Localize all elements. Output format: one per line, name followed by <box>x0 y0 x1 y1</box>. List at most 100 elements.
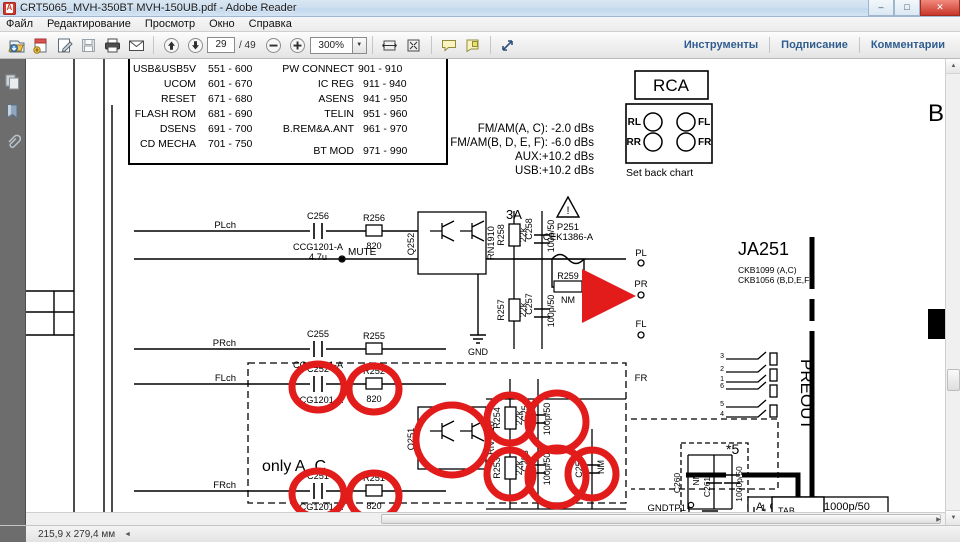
comp-part-q252: RN1910 <box>486 226 496 260</box>
signal-right-range-2: 941 - 950 <box>363 93 408 105</box>
signal-right-range-3: 951 - 960 <box>363 108 408 120</box>
fullscreen-icon[interactable] <box>496 34 520 57</box>
fuse-part: CEK1386-A <box>543 232 594 243</box>
bookmarks-icon[interactable] <box>0 97 26 127</box>
net-gnd-1: GND <box>468 347 489 357</box>
signal-right-range-5: 971 - 990 <box>363 145 408 157</box>
comp-val-c257: 100p/50 <box>546 295 556 328</box>
level-line-3: USB:+10.2 dBs <box>515 165 594 177</box>
comp-ref-c257: C257 <box>524 293 534 315</box>
comp-ref-r255: R255 <box>363 331 385 341</box>
level-line-1: FM/AM(B, D, E, F): -6.0 dBs <box>450 137 594 149</box>
window-controls: – □ ✕ <box>868 0 960 17</box>
sheet-zone-marker <box>928 309 946 339</box>
zoom-input[interactable]: 300% <box>309 36 352 54</box>
channel-label-plch: PLch <box>214 220 236 231</box>
signal-left-name-1: UCOM <box>164 78 196 90</box>
comp-val-c256: 4.7u <box>309 252 327 262</box>
navigation-pane <box>0 59 26 525</box>
signal-left-name-5: CD MECHA <box>140 138 196 150</box>
menu-view[interactable]: Просмотр <box>145 18 195 30</box>
edit-pdf-icon[interactable] <box>52 34 76 57</box>
signal-left-range-4: 691 - 700 <box>208 123 253 135</box>
signal-left-name-2: RESET <box>161 93 197 105</box>
email-icon[interactable] <box>124 34 148 57</box>
scroll-right-button[interactable]: ▶ <box>932 513 945 525</box>
connector-pin-2: 2 <box>720 366 724 373</box>
comp-ref-c261: C261 <box>702 477 712 498</box>
next-page-icon[interactable] <box>183 34 207 57</box>
comp-val-c254: 100p/50 <box>542 403 552 436</box>
horizontal-scrollbar[interactable]: ▶ <box>26 512 945 525</box>
page-number-input[interactable]: 29 <box>207 37 235 53</box>
sign-button[interactable]: Подписание <box>770 32 859 59</box>
signal-left-range-3: 681 - 690 <box>208 108 253 120</box>
fit-page-icon[interactable] <box>402 34 426 57</box>
minimize-button[interactable]: – <box>868 0 894 16</box>
menu-edit[interactable]: Редактирование <box>47 18 131 30</box>
adobe-reader-window: CRT5065_MVH-350BT MVH-150UB.pdf - Adobe … <box>0 0 960 542</box>
close-button[interactable]: ✕ <box>920 0 960 16</box>
zoom-in-icon[interactable] <box>286 34 310 57</box>
fit-width-icon[interactable] <box>378 34 402 57</box>
document-view[interactable]: USB&USB5V 551 - 600 UCOM 601 - 670 RESET… <box>26 59 960 525</box>
menu-window[interactable]: Окно <box>209 18 235 30</box>
signal-left-range-0: 551 - 600 <box>208 63 253 75</box>
pdf-page: USB&USB5V 551 - 600 UCOM 601 - 670 RESET… <box>26 59 960 525</box>
signal-left-name-0: USB&USB5V <box>133 63 196 75</box>
connector-pin-6: 6 <box>720 383 724 390</box>
scroll-up-button[interactable]: ▲ <box>946 59 960 74</box>
highlight-icon[interactable] <box>461 34 485 57</box>
comp-val-c253: 100p/50 <box>542 453 552 486</box>
attachments-icon[interactable] <box>0 127 26 157</box>
comp-part-c256: CCG1201-A <box>293 242 344 252</box>
maximize-button[interactable]: □ <box>894 0 920 16</box>
comp-ref-c256: C256 <box>307 211 329 221</box>
comp-ref-r257: R257 <box>496 299 506 321</box>
rca-title: RCA <box>653 76 690 95</box>
toolbar-separator-4 <box>489 36 491 54</box>
vertical-scrollbar[interactable]: ▲ ▼ <box>945 59 960 525</box>
fuse-rating: 3A <box>506 207 522 222</box>
print-icon[interactable] <box>100 34 124 57</box>
connector-pin-4: 4 <box>720 411 724 418</box>
comp-ref-c260: C260 <box>672 473 682 494</box>
comments-button[interactable]: Комментарии <box>860 32 956 59</box>
caret-icon[interactable]: ◄ <box>124 531 131 538</box>
chevron-down-icon[interactable]: ▼ <box>351 36 367 54</box>
status-bar-navpane-filler <box>0 525 26 542</box>
signal-right-name-5: BT MOD <box>313 145 354 157</box>
signal-left-range-5: 701 - 750 <box>208 138 253 150</box>
sheet-zone-letter-b: B <box>928 100 944 127</box>
comp-ref-r256: R256 <box>363 213 385 223</box>
toolbar-right-buttons: Инструменты Подписание Комментарии <box>673 32 956 59</box>
menu-file[interactable]: Файл <box>6 18 33 30</box>
connector-pin-3: 3 <box>720 353 724 360</box>
previous-page-icon[interactable] <box>159 34 183 57</box>
menu-help[interactable]: Справка <box>249 18 292 30</box>
zoom-out-icon[interactable] <box>262 34 286 57</box>
tools-button[interactable]: Инструменты <box>673 32 769 59</box>
connector-label-preout: PREOUT <box>797 359 816 430</box>
status-bar: 215,9 x 279,4 мм ◄ <box>0 525 960 542</box>
signal-right-range-1: 911 - 940 <box>363 78 407 90</box>
page-thumbnails-icon[interactable] <box>0 67 26 97</box>
scroll-down-button[interactable]: ▼ <box>946 510 960 525</box>
comp-val-c261: 1000p/50 <box>734 466 744 502</box>
connector-pin-5: 5 <box>720 401 724 408</box>
annotation-circle-c254 <box>524 389 590 455</box>
horizontal-scroll-thumb[interactable] <box>381 514 941 524</box>
sticky-note-icon[interactable] <box>437 34 461 57</box>
vertical-scroll-thumb[interactable] <box>947 369 960 391</box>
connector-part-a: CKB1099 (A,C) <box>738 265 797 275</box>
rca-pin-fr: FR <box>698 137 712 148</box>
toolbar-separator-3 <box>430 36 432 54</box>
create-pdf-icon[interactable] <box>28 34 52 57</box>
comp-ref-c255: C255 <box>307 329 329 339</box>
save-icon[interactable] <box>76 34 100 57</box>
warning-triangle-icon: ! <box>566 205 569 217</box>
channel-label-flch: FLch <box>215 373 236 384</box>
net-fl: FR <box>635 373 648 384</box>
open-file-icon[interactable] <box>4 34 28 57</box>
rca-pin-rr: RR <box>627 137 642 148</box>
